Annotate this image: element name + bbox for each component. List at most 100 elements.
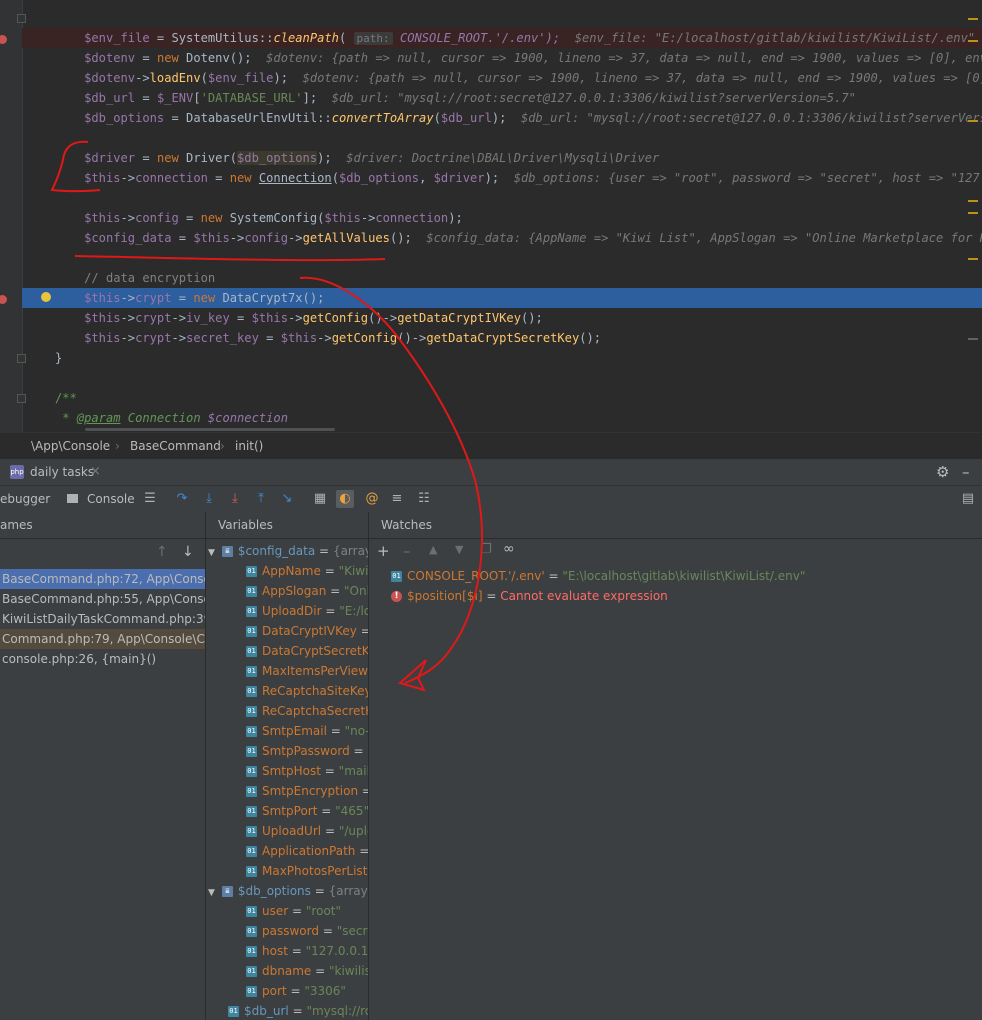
variable-name: AppSlogan <box>262 584 327 598</box>
variable-row[interactable]: 01 host = "127.0.0.1" <box>246 941 369 961</box>
code-line[interactable]: // data encryption <box>22 268 982 288</box>
code-editor[interactable]: public function init() { $env_file = Sys… <box>0 0 982 432</box>
code-line[interactable]: $this->connection = new Connection($db_o… <box>22 168 982 188</box>
glasses-icon[interactable]: ∞ <box>503 541 515 557</box>
add-icon[interactable]: + <box>377 542 390 560</box>
variable-row[interactable]: 01MaxPhotosPerListing = <box>246 861 368 881</box>
stack-frame[interactable]: BaseCommand.php:72, App\Console\ <box>0 569 205 589</box>
code-line[interactable]: $config_data = $this->config->getAllValu… <box>22 228 982 248</box>
run-to-cursor-icon[interactable]: ↘ <box>278 490 296 508</box>
stack-frame-label: Command.php:79, App\Console\Comm <box>2 632 205 646</box>
variable-value: "secret" <box>336 924 368 938</box>
variable-row[interactable]: 01DataCryptSecretKey = <box>246 641 368 661</box>
chevron-right-icon: › <box>115 439 120 453</box>
variable-row[interactable]: 01DataCryptIVKey = "H <box>246 621 368 641</box>
watch-row[interactable]: ! $position[$i] = Cannot evaluate express… <box>391 586 791 606</box>
code-line[interactable]: $env_file = SystemUtilus::cleanPath( pat… <box>22 28 982 48</box>
watches-pane: Watches + – ▲ ▼ ❐ ∞ 01 CONSOLE_ROOT.'/.en… <box>369 512 982 1020</box>
scroll-marker <box>968 338 978 340</box>
code-line[interactable]: $this->crypt->secret_key = $this->getCon… <box>22 328 982 348</box>
arrow-down-icon[interactable]: ↓ <box>182 544 194 560</box>
variable-row[interactable]: 01 port = "3306" <box>246 981 368 1001</box>
add-list-icon[interactable]: ☷ <box>415 490 433 508</box>
variable-row[interactable]: 01ReCaptchaSiteKey = <box>246 681 368 701</box>
code-line[interactable]: $db_url = $_ENV['DATABASE_URL']; $db_url… <box>22 88 982 108</box>
code-line[interactable]: $dotenv->loadEnv($env_file); $dotenv: {p… <box>22 68 982 88</box>
menu-icon[interactable]: ☰ <box>141 490 159 508</box>
variable-row[interactable]: 01ApplicationPath = " <box>246 841 368 861</box>
at-icon[interactable]: @ <box>363 490 381 508</box>
inline-value: $env_file: "E:/localhost/gitlab/kiwilist… <box>574 31 976 45</box>
evaluate-icon[interactable]: ▦ <box>311 490 329 508</box>
breadcrumb-namespace[interactable]: \App\Console <box>31 433 110 459</box>
variable-row[interactable]: 01AppSlogan = "Onlin <box>246 581 368 601</box>
variable-name: SmtpEncryption <box>262 784 359 798</box>
step-into-icon[interactable]: ⤓ <box>200 490 218 508</box>
layout-icon[interactable]: ▤ <box>959 490 977 508</box>
variable-row[interactable]: 01SmtpPassword = "yj <box>246 741 368 761</box>
current-execution-line[interactable]: $this->crypt = new DataCrypt7x(); <box>22 288 982 308</box>
stack-frame[interactable]: console.php:26, {main}() <box>0 649 205 669</box>
frames-header: ames <box>0 512 205 539</box>
variable-name: $config_data <box>237 544 316 558</box>
variable-name: DataCryptIVKey <box>262 624 357 638</box>
expand-arrow-icon[interactable]: ▼ <box>208 883 218 903</box>
variable-row[interactable]: ▼ ≣$db_options = {array} [5 <box>208 881 368 903</box>
variable-row[interactable]: 01SmtpEmail = "no-re <box>246 721 368 741</box>
minimize-icon[interactable]: – <box>962 459 970 485</box>
variable-row[interactable]: 01ReCaptchaSecretKey = <box>246 701 368 721</box>
run-config-tab-label[interactable]: daily tasks <box>30 459 94 485</box>
stack-frame[interactable]: KiwiListDailyTaskCommand.php:39, Ap <box>0 609 205 629</box>
php-class-icon[interactable]: ◐ <box>336 490 354 508</box>
variable-value: "127.0.0.1" <box>305 944 369 958</box>
step-over-icon[interactable]: ↷ <box>173 490 191 508</box>
code-line[interactable]: $this->config = new SystemConfig($this->… <box>22 208 982 228</box>
variable-row[interactable]: 01UploadDir = "E:/loca <box>246 601 368 621</box>
code-line[interactable]: $this->crypt->iv_key = $this->getConfig(… <box>22 308 982 328</box>
watch-row[interactable]: 01 CONSOLE_ROOT.'/.env' = "E:\localhost\g… <box>391 566 805 586</box>
variable-row[interactable]: 01 user = "root" <box>246 901 368 921</box>
list-icon[interactable]: ≡ <box>388 490 406 508</box>
copy-icon[interactable]: ❐ <box>480 542 492 557</box>
move-down-icon[interactable]: ▼ <box>455 543 463 556</box>
breadcrumb-class[interactable]: BaseCommand <box>130 433 221 459</box>
horizontal-scrollbar[interactable] <box>85 428 335 431</box>
variable-row[interactable]: ▼ ≣$config_data = {array} [ <box>208 541 368 563</box>
breakpoint-icon[interactable] <box>0 35 7 44</box>
lightbulb-icon[interactable] <box>41 292 51 302</box>
code-line[interactable]: public function init() { <box>22 8 982 45</box>
code-line[interactable]: * @param Connection $connection <box>22 408 982 428</box>
arrow-up-icon[interactable]: ↑ <box>156 544 168 560</box>
variable-row[interactable]: 01password = "secret" <box>246 921 368 941</box>
expand-arrow-icon[interactable]: ▼ <box>208 543 218 563</box>
stack-frame[interactable]: Command.php:79, App\Console\Comm <box>0 629 205 649</box>
breakpoint-icon[interactable] <box>0 295 7 304</box>
variable-row[interactable]: 01UploadUrl = "/uploa <box>246 821 368 841</box>
code-line[interactable]: $db_options = DatabaseUrlEnvUtil::conver… <box>22 108 982 128</box>
remove-icon[interactable]: – <box>403 542 411 560</box>
editor-gutter[interactable] <box>0 0 26 432</box>
close-icon[interactable]: × <box>90 459 101 485</box>
step-out-icon[interactable]: ⤒ <box>252 490 270 508</box>
scroll-marker <box>968 120 978 122</box>
code-line[interactable]: } <box>22 348 982 368</box>
code-line[interactable]: $dotenv = new Dotenv(); $dotenv: {path =… <box>22 48 982 68</box>
variable-row[interactable]: 01SmtpEncryption = " <box>246 781 368 801</box>
tab-console[interactable]: Console <box>87 486 135 512</box>
force-step-into-icon[interactable]: ⤓ <box>226 490 244 508</box>
variable-row[interactable]: 01SmtpHost = "mail.ki <box>246 761 368 781</box>
variable-row[interactable]: 01AppName = "Kiwi Li <box>246 561 368 581</box>
gear-icon[interactable]: ⚙ <box>936 459 949 485</box>
code-line[interactable]: $driver = new Driver($db_options); $driv… <box>22 148 982 168</box>
value-icon: 01 <box>246 566 257 577</box>
php-debug-icon: php <box>10 465 24 479</box>
variable-row[interactable]: 01dbname = "kiwilist" <box>246 961 368 981</box>
code-line[interactable]: /** <box>22 388 982 408</box>
variable-row[interactable]: 01 SmtpPort = "465" <box>246 801 368 821</box>
move-up-icon[interactable]: ▲ <box>429 543 437 556</box>
stack-frame[interactable]: BaseCommand.php:55, App\Console\ <box>0 589 205 609</box>
variable-row[interactable]: 01$db_url = "mysql://root <box>228 1001 368 1020</box>
tab-debugger[interactable]: ebugger <box>0 486 50 512</box>
variable-row[interactable]: 01MaxItemsPerView = <box>246 661 368 681</box>
breadcrumb-method[interactable]: init() <box>235 433 263 459</box>
